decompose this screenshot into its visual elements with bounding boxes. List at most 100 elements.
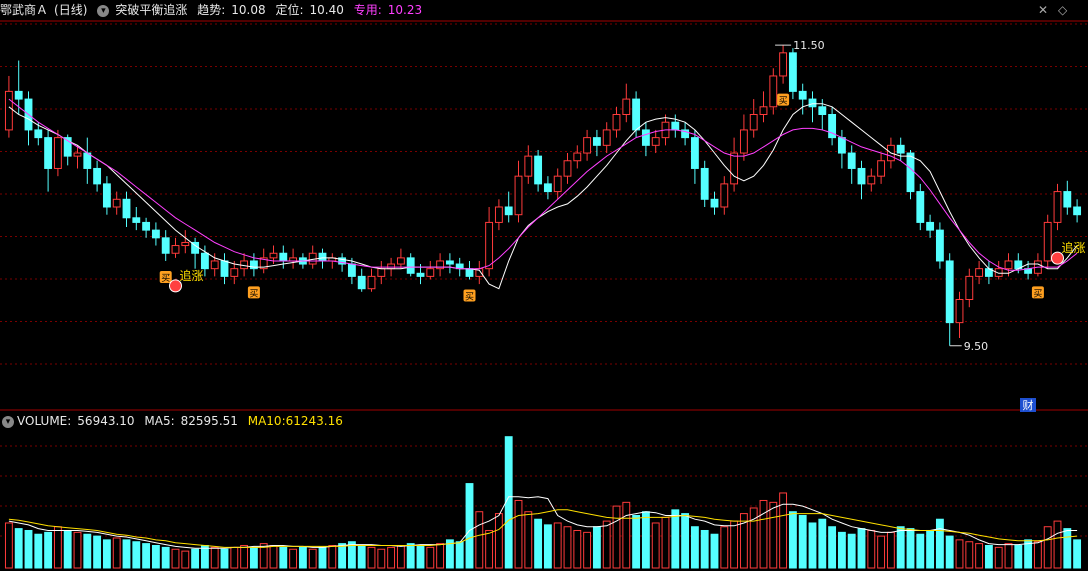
candle-down: [641, 129, 650, 146]
candle-down: [818, 106, 827, 115]
volume-bar-down: [465, 483, 474, 569]
volume-bar-down: [122, 539, 131, 569]
candle-down: [671, 121, 680, 131]
volume-bar-down: [298, 546, 307, 569]
candle-down: [44, 137, 53, 169]
volume-bar-down: [1014, 544, 1023, 569]
candle-down: [93, 167, 102, 185]
candle-up: [720, 183, 729, 208]
candle-down: [14, 90, 23, 100]
candle-up: [396, 257, 405, 265]
candle-up: [269, 252, 278, 259]
volume-bar-down: [44, 531, 53, 569]
volume-bar-down: [455, 541, 464, 569]
volume-bar-up: [886, 531, 895, 569]
candle-down: [945, 260, 954, 324]
buy-signal-label: 买: [249, 288, 258, 299]
candle-up: [759, 106, 768, 115]
candle-up: [73, 152, 82, 157]
volume-bar-down: [34, 533, 43, 569]
volume-bar-up: [387, 546, 396, 569]
buy-signal-label: 买: [779, 96, 788, 107]
candle-down: [808, 98, 817, 108]
volume-bar-up: [230, 546, 239, 569]
volume-bar-up: [1043, 526, 1052, 569]
volume-bar-down: [24, 529, 33, 569]
candle-up: [769, 75, 778, 108]
volume-bar-down: [641, 511, 650, 569]
volume-bar-down: [808, 522, 817, 569]
candle-down: [445, 260, 454, 265]
candle-down: [161, 237, 170, 254]
candle-up: [426, 268, 435, 277]
candle-up: [377, 268, 386, 277]
buy-signal-label: 买: [161, 273, 170, 284]
volume-bar-up: [612, 505, 621, 569]
volume-bar-up: [4, 522, 13, 569]
stock-chart[interactable]: 11.509.50买 追涨买 买买买追涨财: [0, 0, 1088, 571]
volume-bar-down: [857, 528, 866, 569]
candle-down: [837, 137, 846, 154]
candle-up: [749, 114, 758, 131]
candle-up: [955, 299, 964, 324]
volume-bar-down: [632, 514, 641, 569]
candle-up: [1053, 191, 1062, 223]
volume-bar-down: [671, 509, 680, 569]
candle-down: [142, 221, 151, 231]
volume-bar-up: [514, 499, 523, 569]
candle-up: [622, 98, 631, 116]
volume-bar-down: [935, 518, 944, 569]
volume-bar-down: [945, 535, 954, 569]
candle-down: [347, 263, 356, 277]
volume-bar-up: [328, 544, 337, 569]
volume-bar-down: [83, 533, 92, 569]
chase-signal-label: 追涨: [1062, 240, 1086, 255]
candle-down: [847, 152, 856, 169]
candle-down: [416, 272, 425, 277]
candle-down: [465, 268, 474, 277]
candle-up: [573, 152, 582, 162]
volume-bar-down: [916, 533, 925, 569]
candle-down: [132, 217, 141, 223]
candle-up: [739, 129, 748, 154]
volume-bar-down: [1073, 539, 1082, 569]
candle-up: [289, 257, 298, 262]
volume-bar-up: [553, 522, 562, 569]
volume-bar-up: [975, 543, 984, 569]
candle-down: [34, 129, 43, 139]
candle-down: [798, 90, 807, 100]
volume-bar-up: [475, 511, 484, 569]
volume-bar-down: [534, 518, 543, 569]
volume-bar-up: [563, 526, 572, 569]
candle-up: [485, 221, 494, 270]
volume-bar-up: [308, 548, 317, 569]
volume-bar-down: [191, 548, 200, 569]
candle-up: [1043, 221, 1052, 262]
volume-bar-down: [592, 526, 601, 569]
chase-signal-label: 追涨: [180, 268, 204, 283]
candle-down: [151, 229, 160, 239]
candle-up: [494, 206, 503, 223]
candle-down: [1063, 191, 1072, 208]
candle-down: [916, 191, 925, 223]
volume-bar-up: [769, 501, 778, 569]
candle-up: [563, 160, 572, 177]
volume-bar-up: [377, 548, 386, 569]
candle-up: [602, 129, 611, 146]
volume-bar-down: [406, 543, 415, 569]
volume-bar-down: [906, 528, 915, 569]
candle-down: [318, 252, 327, 262]
candle-up: [553, 175, 562, 193]
volume-bar-up: [1033, 541, 1042, 569]
candle-down: [700, 167, 709, 200]
candle-up: [514, 175, 523, 216]
volume-bar-up: [485, 529, 494, 569]
candle-down: [102, 183, 111, 208]
volume-bar-down: [690, 526, 699, 569]
volume-bar-down: [847, 533, 856, 569]
candle-down: [906, 152, 915, 193]
candle-up: [867, 175, 876, 185]
candle-up: [730, 152, 739, 185]
volume-bar-down: [151, 544, 160, 569]
volume-bar-up: [289, 548, 298, 569]
